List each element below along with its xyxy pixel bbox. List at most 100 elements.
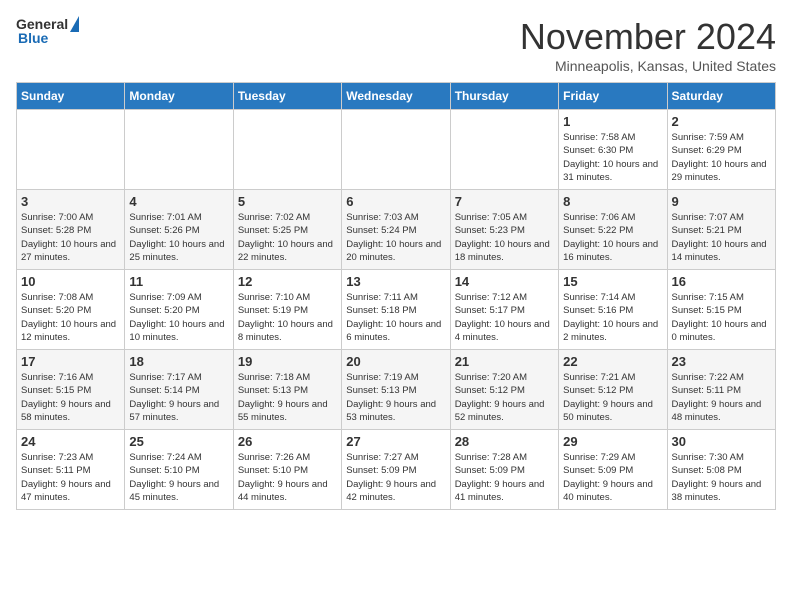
day-number: 4 xyxy=(129,194,228,209)
day-cell xyxy=(450,110,558,190)
day-info: Sunrise: 7:18 AMSunset: 5:13 PMDaylight:… xyxy=(238,371,337,424)
day-info: Sunrise: 7:22 AMSunset: 5:11 PMDaylight:… xyxy=(672,371,771,424)
day-info: Sunrise: 7:03 AMSunset: 5:24 PMDaylight:… xyxy=(346,211,445,264)
day-number: 8 xyxy=(563,194,662,209)
column-header-sunday: Sunday xyxy=(17,83,125,110)
day-number: 17 xyxy=(21,354,120,369)
day-number: 7 xyxy=(455,194,554,209)
day-cell: 18 Sunrise: 7:17 AMSunset: 5:14 PMDayligh… xyxy=(125,350,233,430)
day-cell xyxy=(342,110,450,190)
day-cell: 2 Sunrise: 7:59 AMSunset: 6:29 PMDaylight… xyxy=(667,110,775,190)
day-info: Sunrise: 7:26 AMSunset: 5:10 PMDaylight:… xyxy=(238,451,337,504)
day-cell: 15 Sunrise: 7:14 AMSunset: 5:16 PMDayligh… xyxy=(559,270,667,350)
day-number: 23 xyxy=(672,354,771,369)
day-info: Sunrise: 7:08 AMSunset: 5:20 PMDaylight:… xyxy=(21,291,120,344)
day-cell: 22 Sunrise: 7:21 AMSunset: 5:12 PMDayligh… xyxy=(559,350,667,430)
day-info: Sunrise: 7:58 AMSunset: 6:30 PMDaylight:… xyxy=(563,131,662,184)
calendar-header-row: SundayMondayTuesdayWednesdayThursdayFrid… xyxy=(17,83,776,110)
day-cell: 28 Sunrise: 7:28 AMSunset: 5:09 PMDayligh… xyxy=(450,430,558,510)
day-cell: 9Sunrise: 7:07 AMSunset: 5:21 PMDaylight… xyxy=(667,190,775,270)
day-info: Sunrise: 7:20 AMSunset: 5:12 PMDaylight:… xyxy=(455,371,554,424)
week-row-4: 17 Sunrise: 7:16 AMSunset: 5:15 PMDayligh… xyxy=(17,350,776,430)
day-info: Sunrise: 7:23 AMSunset: 5:11 PMDaylight:… xyxy=(21,451,120,504)
title-block: November 2024 Minneapolis, Kansas, Unite… xyxy=(520,16,776,74)
day-number: 12 xyxy=(238,274,337,289)
week-row-1: 1 Sunrise: 7:58 AMSunset: 6:30 PMDaylight… xyxy=(17,110,776,190)
day-cell: 19Sunrise: 7:18 AMSunset: 5:13 PMDayligh… xyxy=(233,350,341,430)
day-info: Sunrise: 7:02 AMSunset: 5:25 PMDaylight:… xyxy=(238,211,337,264)
day-info: Sunrise: 7:28 AMSunset: 5:09 PMDaylight:… xyxy=(455,451,554,504)
day-cell: 10 Sunrise: 7:08 AMSunset: 5:20 PMDayligh… xyxy=(17,270,125,350)
week-row-5: 24 Sunrise: 7:23 AMSunset: 5:11 PMDayligh… xyxy=(17,430,776,510)
logo: General Blue xyxy=(16,16,79,46)
day-number: 3 xyxy=(21,194,120,209)
day-number: 15 xyxy=(563,274,662,289)
day-number: 28 xyxy=(455,434,554,449)
day-number: 29 xyxy=(563,434,662,449)
calendar-table: SundayMondayTuesdayWednesdayThursdayFrid… xyxy=(16,82,776,510)
day-cell: 6 Sunrise: 7:03 AMSunset: 5:24 PMDaylight… xyxy=(342,190,450,270)
day-number: 22 xyxy=(563,354,662,369)
day-cell xyxy=(125,110,233,190)
day-cell: 20 Sunrise: 7:19 AMSunset: 5:13 PMDayligh… xyxy=(342,350,450,430)
day-info: Sunrise: 7:00 AMSunset: 5:28 PMDaylight:… xyxy=(21,211,120,264)
day-number: 30 xyxy=(672,434,771,449)
day-cell: 7 Sunrise: 7:05 AMSunset: 5:23 PMDaylight… xyxy=(450,190,558,270)
page-header: General Blue November 2024 Minneapolis, … xyxy=(16,16,776,74)
day-cell: 26 Sunrise: 7:26 AMSunset: 5:10 PMDayligh… xyxy=(233,430,341,510)
day-cell: 13Sunrise: 7:11 AMSunset: 5:18 PMDayligh… xyxy=(342,270,450,350)
day-number: 14 xyxy=(455,274,554,289)
day-cell: 16Sunrise: 7:15 AMSunset: 5:15 PMDayligh… xyxy=(667,270,775,350)
day-number: 20 xyxy=(346,354,445,369)
day-info: Sunrise: 7:05 AMSunset: 5:23 PMDaylight:… xyxy=(455,211,554,264)
day-info: Sunrise: 7:29 AMSunset: 5:09 PMDaylight:… xyxy=(563,451,662,504)
logo-blue: Blue xyxy=(18,30,48,46)
day-info: Sunrise: 7:09 AMSunset: 5:20 PMDaylight:… xyxy=(129,291,228,344)
day-number: 18 xyxy=(129,354,228,369)
day-info: Sunrise: 7:11 AMSunset: 5:18 PMDaylight:… xyxy=(346,291,445,344)
day-info: Sunrise: 7:17 AMSunset: 5:14 PMDaylight:… xyxy=(129,371,228,424)
day-cell: 11 Sunrise: 7:09 AMSunset: 5:20 PMDayligh… xyxy=(125,270,233,350)
day-info: Sunrise: 7:30 AMSunset: 5:08 PMDaylight:… xyxy=(672,451,771,504)
day-number: 25 xyxy=(129,434,228,449)
day-cell xyxy=(233,110,341,190)
day-info: Sunrise: 7:19 AMSunset: 5:13 PMDaylight:… xyxy=(346,371,445,424)
column-header-saturday: Saturday xyxy=(667,83,775,110)
day-number: 6 xyxy=(346,194,445,209)
day-info: Sunrise: 7:21 AMSunset: 5:12 PMDaylight:… xyxy=(563,371,662,424)
day-number: 2 xyxy=(672,114,771,129)
day-cell: 8 Sunrise: 7:06 AMSunset: 5:22 PMDaylight… xyxy=(559,190,667,270)
day-info: Sunrise: 7:12 AMSunset: 5:17 PMDaylight:… xyxy=(455,291,554,344)
day-number: 26 xyxy=(238,434,337,449)
day-cell: 14 Sunrise: 7:12 AMSunset: 5:17 PMDayligh… xyxy=(450,270,558,350)
day-cell: 30 Sunrise: 7:30 AMSunset: 5:08 PMDayligh… xyxy=(667,430,775,510)
logo-triangle xyxy=(70,16,79,32)
day-cell: 3 Sunrise: 7:00 AMSunset: 5:28 PMDaylight… xyxy=(17,190,125,270)
day-number: 27 xyxy=(346,434,445,449)
day-cell: 29 Sunrise: 7:29 AMSunset: 5:09 PMDayligh… xyxy=(559,430,667,510)
day-number: 1 xyxy=(563,114,662,129)
day-number: 10 xyxy=(21,274,120,289)
day-cell: 25 Sunrise: 7:24 AMSunset: 5:10 PMDayligh… xyxy=(125,430,233,510)
day-cell: 17 Sunrise: 7:16 AMSunset: 5:15 PMDayligh… xyxy=(17,350,125,430)
month-title: November 2024 xyxy=(520,16,776,58)
week-row-3: 10 Sunrise: 7:08 AMSunset: 5:20 PMDayligh… xyxy=(17,270,776,350)
day-number: 9 xyxy=(672,194,771,209)
day-cell xyxy=(17,110,125,190)
column-header-tuesday: Tuesday xyxy=(233,83,341,110)
day-number: 11 xyxy=(129,274,228,289)
day-number: 24 xyxy=(21,434,120,449)
day-info: Sunrise: 7:01 AMSunset: 5:26 PMDaylight:… xyxy=(129,211,228,264)
day-number: 21 xyxy=(455,354,554,369)
day-info: Sunrise: 7:14 AMSunset: 5:16 PMDaylight:… xyxy=(563,291,662,344)
day-info: Sunrise: 7:59 AMSunset: 6:29 PMDaylight:… xyxy=(672,131,771,184)
day-info: Sunrise: 7:06 AMSunset: 5:22 PMDaylight:… xyxy=(563,211,662,264)
day-info: Sunrise: 7:16 AMSunset: 5:15 PMDaylight:… xyxy=(21,371,120,424)
column-header-wednesday: Wednesday xyxy=(342,83,450,110)
day-cell: 27Sunrise: 7:27 AMSunset: 5:09 PMDayligh… xyxy=(342,430,450,510)
day-info: Sunrise: 7:24 AMSunset: 5:10 PMDaylight:… xyxy=(129,451,228,504)
day-cell: 21 Sunrise: 7:20 AMSunset: 5:12 PMDayligh… xyxy=(450,350,558,430)
day-number: 16 xyxy=(672,274,771,289)
day-number: 5 xyxy=(238,194,337,209)
location: Minneapolis, Kansas, United States xyxy=(520,58,776,74)
